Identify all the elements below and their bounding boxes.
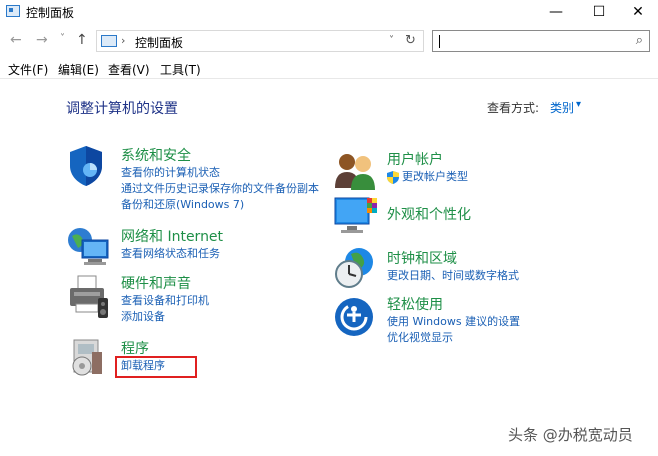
breadcrumb-separator[interactable]: › [121,34,125,47]
address-bar[interactable]: › 控制面板 ˅ ↻ [96,30,424,52]
menu-bar: 文件(F) 编辑(E) 查看(V) 工具(T) [0,58,658,79]
link-view-computer-status[interactable]: 查看你的计算机状态 [121,165,319,181]
category-title-programs[interactable]: 程序 [121,338,165,358]
link-add-device[interactable]: 添加设备 [121,309,209,325]
category-appearance-personalization: 外观和个性化 [387,204,471,224]
ease-of-access-icon [335,298,373,336]
category-title-clock-region[interactable]: 时钟和区域 [387,248,519,268]
uac-shield-icon [387,171,399,184]
category-user-accounts: 用户帐户 更改帐户类型 [387,149,468,185]
link-view-network-status[interactable]: 查看网络状态和任务 [121,246,223,262]
menu-view[interactable]: 查看(V) [108,61,150,78]
breadcrumb-control-panel[interactable]: 控制面板 [135,34,183,51]
view-by-label: 查看方式: [487,101,540,115]
category-network-internet: 网络和 Internet 查看网络状态和任务 [121,226,223,262]
search-icon[interactable]: ⌕ [636,33,643,48]
category-title-network-internet[interactable]: 网络和 Internet [121,226,223,246]
link-change-account-type[interactable]: 更改帐户类型 [387,169,468,185]
page-title: 调整计算机的设置 [66,101,178,117]
monitor-icon [334,197,377,233]
category-title-hardware-sound[interactable]: 硬件和声音 [121,273,209,293]
category-title-appearance-personalization[interactable]: 外观和个性化 [387,204,471,224]
chevron-down-icon[interactable]: ˅ [389,35,394,46]
link-file-history-backup[interactable]: 通过文件历史记录保存你的文件备份副本 [121,181,319,197]
back-button[interactable]: ← [10,32,22,48]
link-backup-restore[interactable]: 备份和还原(Windows 7) [121,197,319,213]
category-hardware-sound: 硬件和声音 查看设备和打印机 添加设备 [121,273,209,325]
network-icon [68,228,109,265]
title-bar: 控制面板 — ☐ ✕ [0,0,658,24]
category-title-user-accounts[interactable]: 用户帐户 [387,149,468,169]
category-title-system-security[interactable]: 系统和安全 [121,145,319,165]
category-system-security: 系统和安全 查看你的计算机状态 通过文件历史记录保存你的文件备份副本 备份和还原… [121,145,319,213]
view-by-dropdown[interactable]: 类别 [550,99,574,116]
control-panel-icon [6,5,20,17]
link-view-devices-printers[interactable]: 查看设备和打印机 [121,293,209,309]
search-input[interactable]: ⌕ [432,30,650,52]
menu-edit[interactable]: 编辑(E) [58,61,99,78]
maximize-button[interactable]: ☐ [579,0,619,24]
address-row: ← → ˅ ↑ › 控制面板 ˅ ↻ ⌕ [0,28,658,54]
link-change-account-type-label: 更改帐户类型 [402,170,468,183]
link-use-windows-suggested-settings[interactable]: 使用 Windows 建议的设置 [387,314,520,330]
watermark: 头条 @办税宽动员 [508,426,633,444]
window-title: 控制面板 [26,6,75,20]
up-button[interactable]: ↑ [76,32,88,48]
chevron-down-icon[interactable]: ▾ [576,99,581,110]
link-optimize-visual-display[interactable]: 优化视觉显示 [387,330,520,346]
minimize-button[interactable]: — [536,0,576,24]
uninstall-highlight-box [115,356,197,378]
menu-tools[interactable]: 工具(T) [160,61,201,78]
programs-icon [72,339,102,376]
close-button[interactable]: ✕ [618,0,658,24]
refresh-icon[interactable]: ↻ [405,33,416,48]
category-ease-of-access: 轻松使用 使用 Windows 建议的设置 优化视觉显示 [387,294,520,346]
recent-locations-button[interactable]: ˅ [60,33,65,44]
category-clock-region: 时钟和区域 更改日期、时间或数字格式 [387,248,519,284]
category-title-ease-of-access[interactable]: 轻松使用 [387,294,520,314]
clock-globe-icon [335,248,373,288]
text-caret [439,35,440,48]
users-icon [335,154,375,190]
link-change-date-time-format[interactable]: 更改日期、时间或数字格式 [387,268,519,284]
control-panel-icon [101,35,117,47]
menu-file[interactable]: 文件(F) [8,61,48,78]
forward-button[interactable]: → [36,32,48,48]
printer-icon [70,275,108,318]
shield-icon [70,146,102,186]
